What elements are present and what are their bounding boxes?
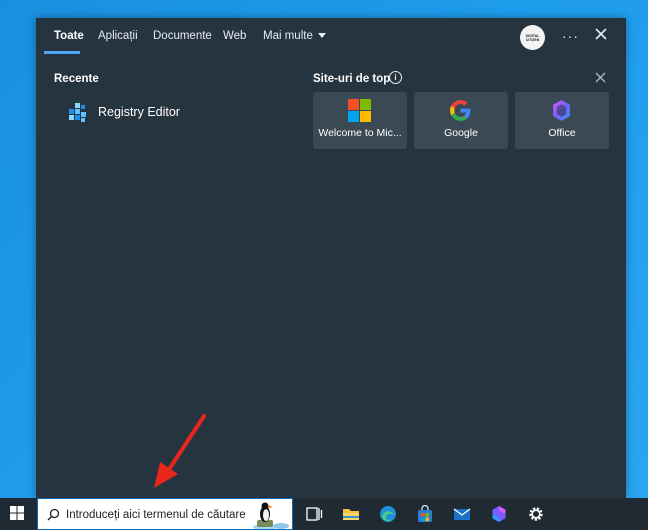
task-view-icon[interactable] [305,505,323,523]
recent-title: Recente [54,73,99,85]
settings-icon[interactable] [527,505,545,523]
top-site-label: Office [548,127,576,139]
windows-start-icon[interactable] [10,506,24,520]
search-icon [47,508,60,521]
tab-documents[interactable]: Documente [153,30,212,42]
store-icon[interactable] [416,505,434,523]
taskbar-search-box[interactable]: Introduceți aici termenul de căutare [37,498,293,530]
recent-item-registry-editor[interactable]: Registry Editor [66,98,286,128]
red-arrow-annotation [154,414,206,488]
dismiss-top-sites-icon[interactable] [595,72,606,83]
mail-icon[interactable] [453,505,471,523]
tab-more[interactable]: Mai multe [263,30,326,42]
google-logo-icon [450,100,471,121]
top-site-label: Google [444,127,478,139]
top-site-office[interactable]: Office [515,92,609,149]
search-input[interactable]: Introduceți aici termenul de căutare [66,509,266,521]
close-icon[interactable] [594,27,608,41]
tab-all[interactable]: Toate [54,30,84,42]
tab-more-label: Mai multe [263,30,313,42]
file-explorer-icon[interactable] [342,505,360,523]
account-avatar[interactable]: DIGITAL CITIZEN [520,25,545,50]
tab-apps[interactable]: Aplicații [98,30,138,42]
chevron-down-icon [317,33,326,39]
copilot-icon[interactable] [490,505,508,523]
taskbar: Introduceți aici termenul de căutare [0,498,648,530]
search-highlight-puffin-icon [253,502,289,529]
avatar-logo-text: DIGITAL CITIZEN [525,33,540,42]
registry-editor-icon [69,103,86,122]
recent-item-label: Registry Editor [98,105,180,119]
microsoft-logo-icon [348,99,371,122]
top-site-google[interactable]: Google [414,92,508,149]
more-options-icon[interactable]: ··· [562,28,579,44]
info-icon[interactable]: i [389,71,402,84]
top-sites-title: Site-uri de top [313,73,391,85]
active-tab-indicator [44,51,80,54]
office-logo-icon [553,100,570,121]
tab-web[interactable]: Web [223,30,246,42]
edge-icon[interactable] [379,505,397,523]
search-filter-bar: Toate Aplicații Documente Web Mai multe … [36,18,626,56]
search-panel: Toate Aplicații Documente Web Mai multe … [36,18,626,498]
top-site-label: Welcome to Mic... [318,127,402,139]
top-site-microsoft[interactable]: Welcome to Mic... [313,92,407,149]
